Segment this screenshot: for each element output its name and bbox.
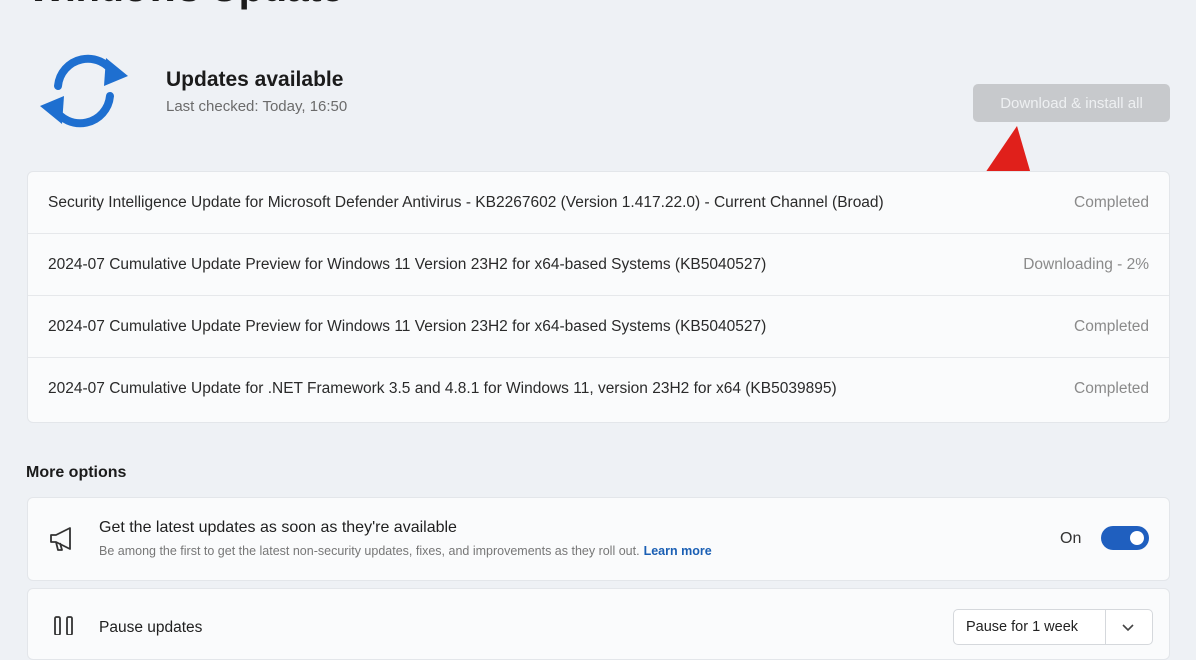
megaphone-icon — [50, 527, 71, 551]
update-status: Completed — [1074, 380, 1149, 397]
toggle-knob — [1130, 531, 1144, 545]
update-status: Completed — [1074, 193, 1149, 211]
latest-updates-description-text: Be among the first to get the latest non… — [99, 544, 640, 558]
update-name: Security Intelligence Update for Microso… — [48, 193, 884, 211]
update-name: 2024-07 Cumulative Update Preview for Wi… — [48, 317, 767, 335]
latest-updates-option: Get the latest updates as soon as they'r… — [27, 497, 1170, 581]
page-title: Windows Update — [28, 0, 343, 11]
update-row[interactable]: Security Intelligence Update for Microso… — [28, 172, 1169, 234]
update-status: Downloading - 2% — [1023, 255, 1149, 273]
more-options-heading: More options — [26, 464, 127, 481]
pause-updates-option: Pause updates Pause for 1 week — [27, 588, 1170, 660]
update-row[interactable]: 2024-07 Cumulative Update Preview for Wi… — [28, 296, 1169, 358]
update-row[interactable]: 2024-07 Cumulative Update Preview for Wi… — [28, 234, 1169, 296]
update-row[interactable]: 2024-07 Cumulative Update for .NET Frame… — [28, 358, 1169, 420]
pause-updates-title: Pause updates — [99, 619, 203, 636]
toggle-label: On — [1060, 530, 1082, 547]
latest-updates-toggle[interactable] — [1101, 526, 1149, 550]
pause-icon — [54, 616, 73, 635]
updates-list: Security Intelligence Update for Microso… — [27, 171, 1170, 423]
update-status: Completed — [1074, 317, 1149, 335]
select-divider — [1105, 610, 1106, 644]
download-install-all-button[interactable]: Download & install all — [973, 84, 1170, 122]
sync-icon — [40, 54, 128, 128]
pause-duration-select[interactable]: Pause for 1 week — [953, 609, 1153, 645]
update-name: 2024-07 Cumulative Update Preview for Wi… — [48, 255, 767, 273]
chevron-down-icon[interactable] — [1121, 620, 1135, 634]
update-name: 2024-07 Cumulative Update for .NET Frame… — [48, 380, 837, 397]
last-checked-text: Last checked: Today, 16:50 — [166, 98, 348, 115]
status-title: Updates available — [166, 68, 344, 91]
pause-select-value: Pause for 1 week — [966, 619, 1079, 635]
latest-updates-title: Get the latest updates as soon as they'r… — [99, 519, 457, 536]
latest-updates-description: Be among the first to get the latest non… — [99, 544, 712, 558]
learn-more-link[interactable]: Learn more — [644, 544, 712, 558]
